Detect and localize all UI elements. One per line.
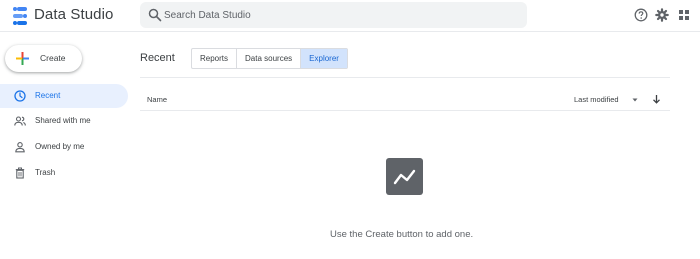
sidebar-item-trash[interactable]: Trash [0,161,128,185]
tab-reports[interactable]: Reports [192,49,238,68]
sidebar-item-shared-with-me[interactable]: Shared with me [0,109,128,133]
create-button[interactable]: Create [5,45,82,72]
tab-explorer[interactable]: Explorer [301,49,347,68]
sidebar-item-label: Shared with me [35,116,91,125]
sidebar-item-label: Trash [35,168,56,177]
plus-icon [16,52,29,65]
sort-dropdown[interactable]: Last modified [574,95,619,104]
sidebar-item-owned-by-me[interactable]: Owned by me [0,135,128,159]
person-icon [15,142,25,153]
tab-data-sources[interactable]: Data sources [237,49,302,68]
search-icon [148,8,162,22]
people-icon [14,116,26,126]
sidebar-item-label: Owned by me [35,142,85,151]
search-input[interactable] [164,2,514,28]
explorer-empty-icon [386,158,423,195]
line-chart-icon [393,169,416,185]
sidebar-item-recent[interactable]: Recent [0,84,128,108]
page-title: Recent [140,52,175,64]
help-icon[interactable] [634,8,648,22]
search-bar[interactable] [140,2,527,28]
create-button-label: Create [40,53,66,63]
top-bar: Data Studio [0,0,700,32]
app-title: Data Studio [34,6,114,23]
sidebar-item-label: Recent [35,91,61,100]
trash-icon [15,167,25,179]
header-divider [140,77,670,78]
clock-icon [14,90,26,102]
settings-icon[interactable] [655,8,669,22]
data-studio-logo-icon[interactable] [13,7,27,25]
caret-down-icon[interactable] [631,97,639,103]
name-column-header: Name [147,95,168,104]
apps-grid-icon[interactable] [677,8,691,22]
content-type-tabs: Reports Data sources Explorer [191,48,348,69]
empty-state-message: Use the Create button to add one. [330,229,474,240]
list-header-divider [140,110,670,111]
arrow-down-icon[interactable] [652,94,661,104]
